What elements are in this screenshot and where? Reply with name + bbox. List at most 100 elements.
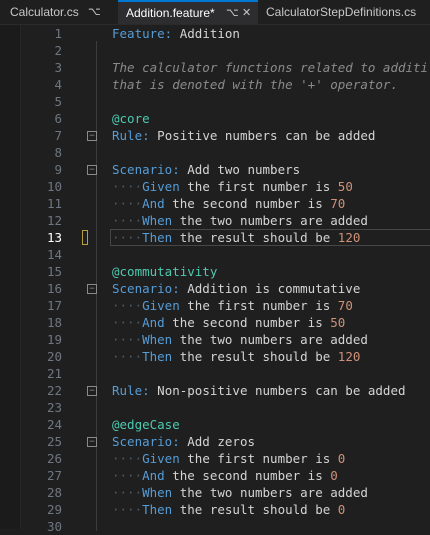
token-step: Given [142,451,180,466]
pin-icon[interactable]: ⌥ [88,0,101,24]
token-kw: Scenario: [112,162,180,177]
code-text: @core [112,110,150,127]
whitespace-dots: ···· [112,315,143,330]
whitespace-dots: ···· [112,213,143,228]
line-number: 13 [46,230,62,245]
token-step: Given [142,298,180,313]
token-text: the second number is [164,315,331,330]
line-number: 5 [54,94,62,109]
token-num: 50 [337,179,353,194]
code-line[interactable]: 13 ····Then the result should be 120 [0,229,430,246]
code-line[interactable]: 26 ····Given the first number is 0 [0,450,430,467]
token-kw: Scenario: [112,434,180,449]
line-number: 27 [46,468,62,483]
code-line[interactable]: 29 ····Then the result should be 0 [0,501,430,518]
code-text: ····Given the first number is 50 [112,178,353,195]
code-line[interactable]: 15 @commutativity [0,263,430,280]
code-text: ····And the second number is 50 [112,314,345,331]
line-number: 12 [46,213,62,228]
whitespace-dots: ···· [112,468,143,483]
code-line[interactable]: 5 [0,93,430,110]
code-line[interactable]: 6 @core [0,110,430,127]
line-number: 9 [54,162,62,177]
line-number: 15 [46,264,62,279]
token-num: 70 [330,196,346,211]
code-line[interactable]: 8 [0,144,430,161]
tab-label: Calculator.cs [10,5,79,19]
code-line[interactable]: 20 ····Then the result should be 120 [0,348,430,365]
tab-calculator-step-definitions-cs[interactable]: CalculatorStepDefinitions.cs [262,0,430,24]
code-line[interactable]: 16 − Scenario: Addition is commutative [0,280,430,297]
code-text: Rule: Positive numbers can be added [112,127,375,144]
tab-calculator-cs[interactable]: Calculator.cs ⌥ [0,0,108,24]
token-text: Positive numbers can be added [149,128,376,143]
code-text: ····Then the result should be 120 [112,229,360,246]
code-line[interactable]: 3 The calculator functions related to add… [0,59,430,76]
code-line[interactable]: 27 ····And the second number is 0 [0,467,430,484]
fold-collapse-icon[interactable]: − [87,386,97,396]
line-number: 7 [54,128,62,143]
line-number: 11 [46,196,62,211]
token-num: 50 [330,315,346,330]
token-num: 0 [330,468,338,483]
code-text: ····When the two numbers are added [112,212,368,229]
code-line[interactable]: 4 that is denoted with the '+' operator. [0,76,430,93]
token-text: Addition [172,26,240,41]
code-line[interactable]: 21 [0,365,430,382]
token-text: the two numbers are added [172,332,368,347]
whitespace-dots: ···· [112,349,143,364]
code-text: @commutativity [112,263,217,280]
code-line[interactable]: 28 ····When the two numbers are added [0,484,430,501]
code-line[interactable]: 12 ····When the two numbers are added [0,212,430,229]
token-text: the result should be [172,502,338,517]
code-line[interactable]: 19 ····When the two numbers are added [0,331,430,348]
token-tag: @commutativity [112,264,218,279]
token-num: 0 [337,502,346,517]
code-line[interactable]: 14 [0,246,430,263]
token-text: the result should be [172,230,338,245]
fold-collapse-icon[interactable]: − [87,284,97,294]
token-text: the second number is [164,196,331,211]
token-text: Add zeros [179,434,255,449]
code-line[interactable]: 2 [0,42,430,59]
code-editor[interactable]: 1 Feature: Addition 2 3 The calculator funct… [0,25,430,534]
line-number: 1 [54,26,62,41]
code-line[interactable]: 24 @edgeCase [0,416,430,433]
tab-addition-feature[interactable]: Addition.feature* ⌥ ✕ [118,0,258,24]
code-line[interactable]: 23 [0,399,430,416]
code-line[interactable]: 17 ····Given the first number is 70 [0,297,430,314]
token-step: When [142,332,173,347]
line-number: 23 [46,400,62,415]
code-text: ····Given the first number is 0 [112,450,345,467]
code-text: that is denoted with the '+' operator. [112,76,398,93]
fold-collapse-icon[interactable]: − [87,165,97,175]
code-line[interactable]: 7 − Rule: Positive numbers can be added [0,127,430,144]
token-text: the first number is [179,451,338,466]
line-number: 30 [46,519,62,534]
fold-collapse-icon[interactable]: − [87,437,97,447]
code-line[interactable]: 1 Feature: Addition [0,25,430,42]
code-line[interactable]: 9 − Scenario: Add two numbers [0,161,430,178]
token-text: Non-positive numbers can be added [149,383,406,398]
code-line[interactable]: 25 − Scenario: Add zeros [0,433,430,450]
line-number: 25 [46,434,62,449]
code-line[interactable]: 10 ····Given the first number is 50 [0,178,430,195]
token-step: Given [142,179,180,194]
token-num: 70 [337,298,353,313]
pin-icon[interactable]: ⌥ [226,2,239,24]
close-icon[interactable]: ✕ [242,2,251,24]
token-kw: Rule: [112,128,150,143]
whitespace-dots: ···· [112,196,143,211]
code-line[interactable]: 18 ····And the second number is 50 [0,314,430,331]
code-line[interactable]: 22 − Rule: Non-positive numbers can be add… [0,382,430,399]
line-number: 26 [46,451,62,466]
line-number: 3 [54,60,62,75]
code-text: Scenario: Addition is commutative [112,280,360,297]
line-number: 24 [46,417,62,432]
token-text: the first number is [179,298,338,313]
code-line[interactable]: 30 [0,518,430,535]
code-text: The calculator functions related to addi… [112,59,428,76]
code-line[interactable]: 11 ····And the second number is 70 [0,195,430,212]
fold-collapse-icon[interactable]: − [87,131,97,141]
whitespace-dots: ···· [112,179,143,194]
